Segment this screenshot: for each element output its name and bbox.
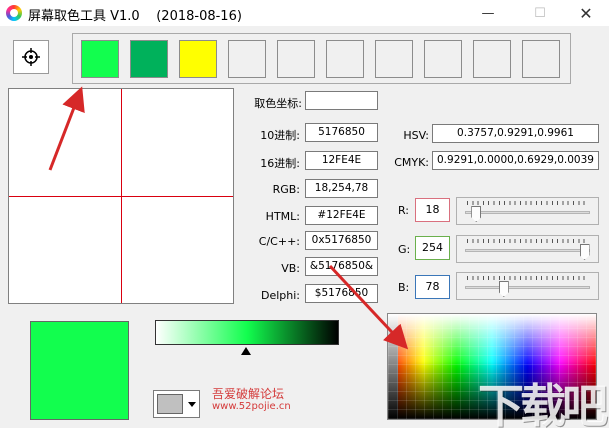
title-bar: 屏幕取色工具 V1.0 (2018-08-16) — ☐ ✕ xyxy=(0,0,609,26)
gradient-pointer-icon[interactable] xyxy=(241,347,251,355)
b-slider-thumb[interactable] xyxy=(498,281,509,297)
history-swatch[interactable] xyxy=(473,40,511,78)
crosshair-picker-button[interactable] xyxy=(13,40,49,74)
slider-track xyxy=(465,286,590,289)
vb-field[interactable]: &5176850& xyxy=(305,257,378,276)
current-color-preview xyxy=(30,321,129,420)
rgb-label: RGB: xyxy=(272,183,300,196)
g-value-box[interactable]: 254 xyxy=(415,236,450,260)
history-swatch[interactable] xyxy=(179,40,217,78)
g-slider[interactable] xyxy=(456,235,599,263)
watermark-url: www.52pojie.cn xyxy=(212,401,291,412)
slider-ticks xyxy=(467,239,588,243)
slider-track xyxy=(465,249,590,252)
cpp-label: C/C++: xyxy=(258,235,300,248)
r-slider-thumb[interactable] xyxy=(471,206,482,222)
history-swatch[interactable] xyxy=(522,40,560,78)
b-value-box[interactable]: 78 xyxy=(415,275,450,299)
minimize-button[interactable]: — xyxy=(465,0,511,26)
history-swatch[interactable] xyxy=(130,40,168,78)
slider-track xyxy=(465,211,590,214)
watermark-site-name: 吾爱破解论坛 xyxy=(212,387,285,401)
coord-field[interactable] xyxy=(305,91,378,110)
b-slider[interactable] xyxy=(456,272,599,300)
slider-ticks xyxy=(467,276,588,280)
r-label: R: xyxy=(398,204,410,217)
shade-gradient-bar[interactable] xyxy=(155,320,339,345)
history-swatch[interactable] xyxy=(375,40,413,78)
chevron-down-icon[interactable] xyxy=(186,393,198,415)
hex-field[interactable]: 12FE4E xyxy=(305,151,378,170)
dropdown-swatch xyxy=(157,394,183,414)
history-swatch[interactable] xyxy=(326,40,364,78)
corner-logo-watermark: 下载吧 xyxy=(478,379,608,428)
hsv-label: HSV: xyxy=(403,129,429,142)
history-swatch[interactable] xyxy=(81,40,119,78)
color-history-bar xyxy=(72,33,571,84)
cpp-field[interactable]: 0x5176850 xyxy=(305,231,378,250)
app-color-wheel-icon xyxy=(6,5,22,21)
cmyk-field[interactable]: 0.9291,0.0000,0.6929,0.0039 xyxy=(432,151,599,170)
close-button[interactable]: ✕ xyxy=(563,0,609,26)
slider-ticks xyxy=(467,201,588,205)
delphi-field[interactable]: $5176850 xyxy=(305,284,378,303)
html-label: HTML: xyxy=(265,210,300,223)
cmyk-label: CMYK: xyxy=(394,156,429,169)
magnifier-view xyxy=(8,88,234,304)
r-value-box[interactable]: 18 xyxy=(415,198,450,222)
html-field[interactable]: #12FE4E xyxy=(305,206,378,225)
history-swatch[interactable] xyxy=(424,40,462,78)
crosshair-icon xyxy=(22,48,40,66)
hsv-field[interactable]: 0.3757,0.9291,0.9961 xyxy=(432,124,599,143)
g-slider-thumb[interactable] xyxy=(579,244,590,260)
color-mode-dropdown[interactable] xyxy=(153,390,200,418)
vb-label: VB: xyxy=(281,262,300,275)
dec-field[interactable]: 5176850 xyxy=(305,123,378,142)
rgb-field[interactable]: 18,254,78 xyxy=(305,179,378,198)
history-swatch[interactable] xyxy=(228,40,266,78)
coord-label: 取色坐标: xyxy=(254,97,302,110)
delphi-label: Delphi: xyxy=(260,289,300,302)
g-label: G: xyxy=(398,243,411,256)
dec-label: 10进制: xyxy=(260,129,300,142)
magnifier-crosshair-vertical xyxy=(121,89,122,303)
r-slider[interactable] xyxy=(456,197,599,225)
hex-label: 16进制: xyxy=(260,157,300,170)
b-label: B: xyxy=(398,281,410,294)
maximize-button[interactable]: ☐ xyxy=(517,0,563,26)
history-swatch[interactable] xyxy=(277,40,315,78)
window-title: 屏幕取色工具 V1.0 (2018-08-16) xyxy=(28,9,242,24)
